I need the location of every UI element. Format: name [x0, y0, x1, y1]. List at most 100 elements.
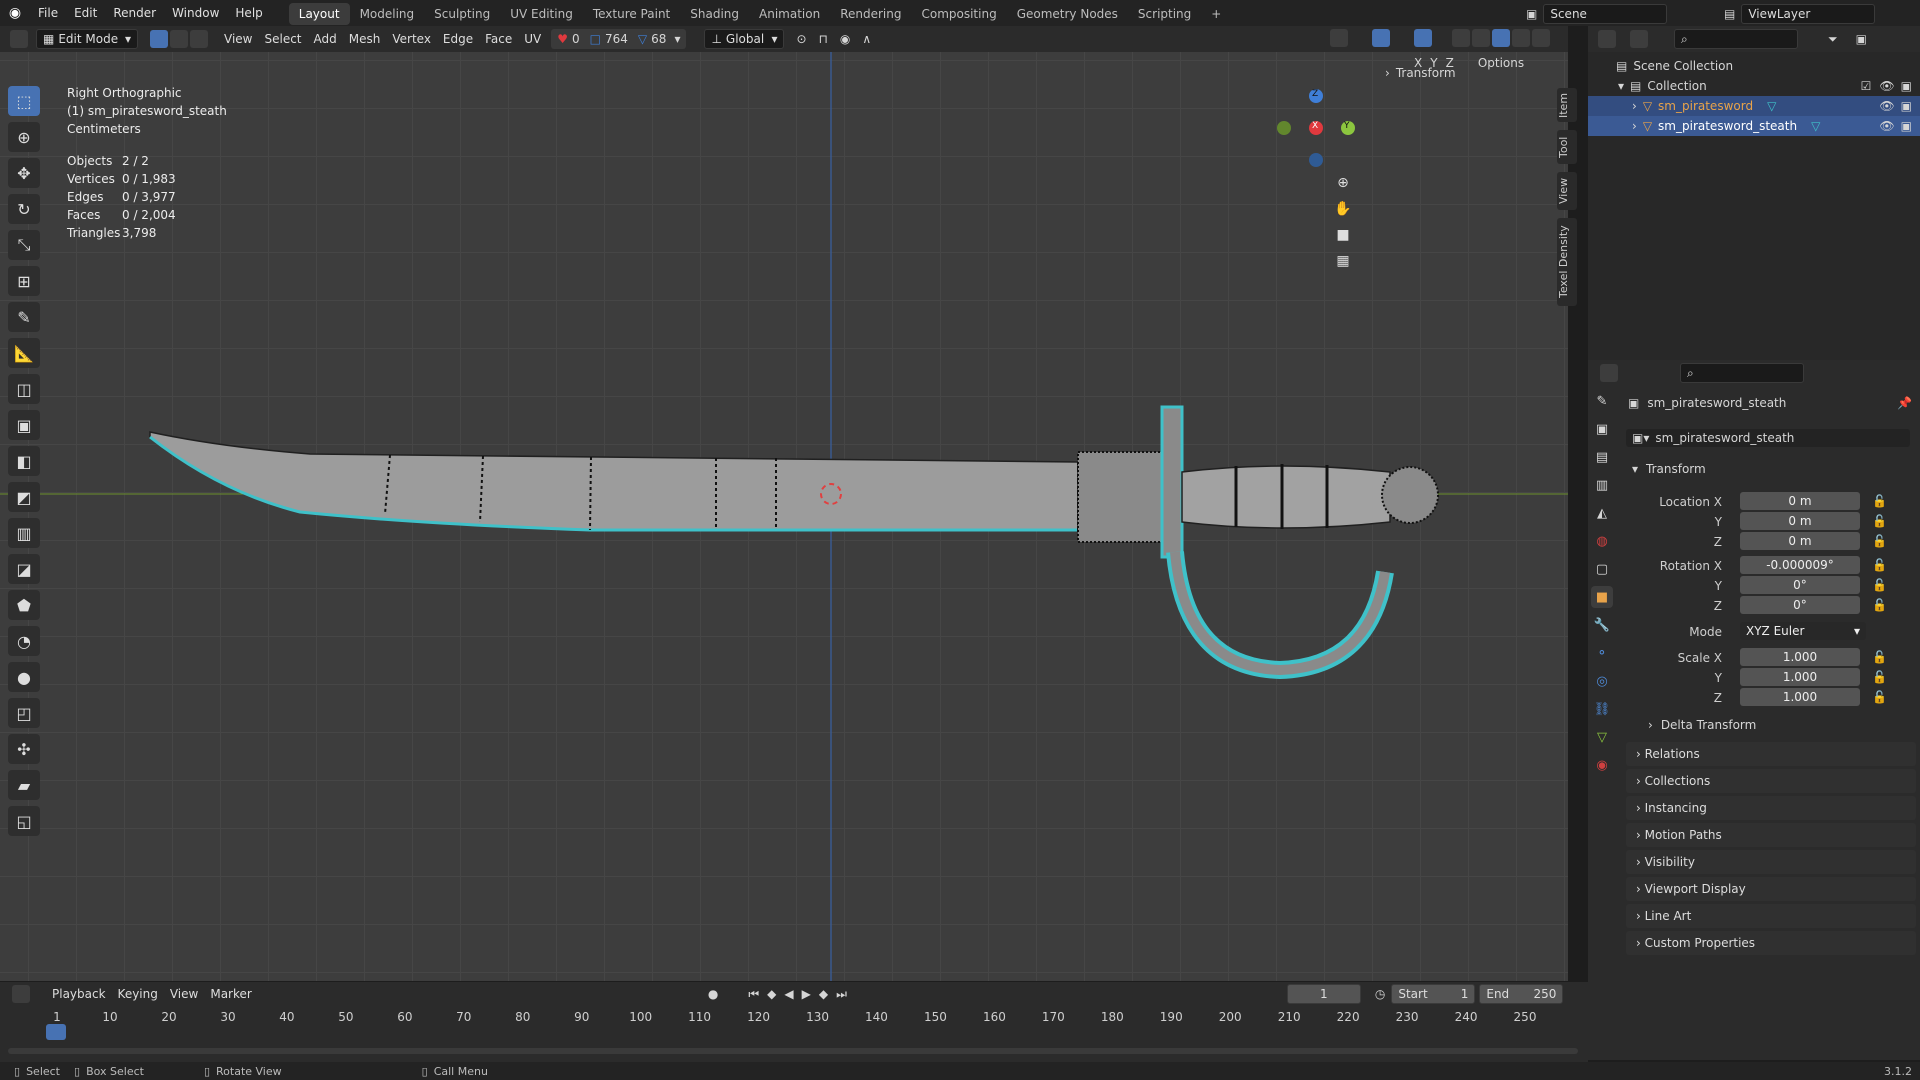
display-mode-icon[interactable]: [1630, 30, 1648, 48]
transform-section-header[interactable]: ▾ Transform: [1632, 462, 1706, 476]
timeline-scrollbar[interactable]: [8, 1048, 1578, 1054]
panel-line-art[interactable]: › Line Art: [1626, 904, 1916, 928]
checkbox-icon[interactable]: ☑: [1861, 79, 1872, 93]
constraints-tab-icon[interactable]: ⛓: [1591, 698, 1613, 720]
move-tool-icon[interactable]: ✥: [8, 158, 40, 188]
scene-name-field[interactable]: Scene: [1543, 4, 1668, 24]
object-tab-icon[interactable]: ■: [1591, 586, 1613, 608]
shear-tool-icon[interactable]: ▰: [8, 770, 40, 800]
lock-icon[interactable]: 🔓: [1872, 534, 1887, 548]
spin-tool-icon[interactable]: ◔: [8, 626, 40, 656]
camera-icon[interactable]: ▣: [1901, 99, 1912, 113]
add-workspace-icon[interactable]: +: [1201, 3, 1231, 25]
camera-icon[interactable]: ▣: [1901, 119, 1912, 133]
scene-collection-row[interactable]: ▤ Scene Collection: [1588, 56, 1920, 76]
visibility-icon[interactable]: [1330, 29, 1348, 47]
scene-icon[interactable]: ▣: [1526, 7, 1537, 21]
workspace-tab-sculpting[interactable]: Sculpting: [424, 3, 500, 25]
menu-edit[interactable]: Edit: [66, 0, 105, 26]
edge-slide-tool-icon[interactable]: ◰: [8, 698, 40, 728]
workspace-tab-scripting[interactable]: Scripting: [1128, 3, 1201, 25]
menu-mesh[interactable]: Mesh: [343, 29, 387, 49]
knife-tool-icon[interactable]: ◪: [8, 554, 40, 584]
scale-tool-icon[interactable]: ⤡: [8, 230, 40, 260]
mesh-stats-widget[interactable]: ♥ 0 □ 764 ▽ 68 ▾: [551, 29, 687, 49]
workspace-tab-geometry-nodes[interactable]: Geometry Nodes: [1007, 3, 1128, 25]
cursor-tool-icon[interactable]: ⊕: [8, 122, 40, 152]
menu-uv[interactable]: UV: [518, 29, 547, 49]
collection-row[interactable]: ▾ ▤ Collection ☑ 👁 ▣: [1588, 76, 1920, 96]
outliner-item-piratesword-steath[interactable]: › ▽ sm_piratesword_steath ▽ 👁 ▣: [1588, 116, 1920, 136]
workspace-tab-layout[interactable]: Layout: [288, 3, 350, 25]
annotate-tool-icon[interactable]: ✎: [8, 302, 40, 332]
physics-tab-icon[interactable]: ◎: [1591, 670, 1613, 692]
tool-tab-icon[interactable]: ✎: [1591, 390, 1613, 412]
mode-dropdown[interactable]: ▦ Edit Mode ▾: [36, 29, 138, 49]
particles-tab-icon[interactable]: ⚬: [1591, 642, 1613, 664]
eye-icon[interactable]: 👁: [1879, 79, 1894, 93]
falloff-icon[interactable]: ∧: [862, 32, 871, 46]
menu-view[interactable]: View: [218, 29, 258, 49]
rotation-mode-dropdown[interactable]: XYZ Euler ▾: [1740, 622, 1866, 640]
xray-toggle-icon[interactable]: [1452, 29, 1470, 47]
location-z-field[interactable]: 0 m: [1740, 532, 1860, 550]
panel-instancing[interactable]: › Instancing: [1626, 796, 1916, 820]
object-name-field[interactable]: ▣▾ sm_piratesword_steath: [1626, 429, 1910, 447]
view-layer-tab-icon[interactable]: ▥: [1591, 474, 1613, 496]
lock-icon[interactable]: 🔓: [1872, 650, 1887, 664]
rotation-z-field[interactable]: 0°: [1740, 596, 1860, 614]
poly-build-tool-icon[interactable]: ⬟: [8, 590, 40, 620]
panel-viewport-display[interactable]: › Viewport Display: [1626, 877, 1916, 901]
view-layer-field[interactable]: ViewLayer: [1741, 4, 1876, 24]
add-cube-tool-icon[interactable]: ◫: [8, 374, 40, 404]
camera-icon[interactable]: ■: [1330, 222, 1356, 248]
panel-motion-paths[interactable]: › Motion Paths: [1626, 823, 1916, 847]
delta-transform-header[interactable]: › Delta Transform: [1648, 718, 1756, 732]
shrink-fatten-tool-icon[interactable]: ✣: [8, 734, 40, 764]
properties-editor-icon[interactable]: [1600, 364, 1618, 382]
workspace-tab-uv-editing[interactable]: UV Editing: [500, 3, 583, 25]
blender-logo-icon[interactable]: ◉: [0, 5, 30, 21]
gizmo-neg-z-axis[interactable]: [1309, 153, 1323, 167]
lock-icon[interactable]: 🔓: [1872, 558, 1887, 572]
menu-file[interactable]: File: [30, 0, 66, 26]
properties-search-input[interactable]: ⌕: [1680, 363, 1804, 383]
panel-collections[interactable]: › Collections: [1626, 769, 1916, 793]
menu-vertex[interactable]: Vertex: [386, 29, 437, 49]
gizmo-toggle-icon[interactable]: [1372, 29, 1390, 47]
material-shading-icon[interactable]: [1512, 29, 1530, 47]
bevel-tool-icon[interactable]: ◩: [8, 482, 40, 512]
workspace-tab-compositing[interactable]: Compositing: [911, 3, 1006, 25]
menu-select[interactable]: Select: [258, 29, 307, 49]
rotate-tool-icon[interactable]: ↻: [8, 194, 40, 224]
axis-x-button[interactable]: X: [1414, 56, 1422, 70]
modifier-tab-icon[interactable]: 🔧: [1591, 614, 1613, 636]
output-tab-icon[interactable]: ▤: [1591, 446, 1613, 468]
axis-z-button[interactable]: Z: [1446, 56, 1454, 70]
lock-icon[interactable]: 🔓: [1872, 578, 1887, 592]
location-x-field[interactable]: 0 m: [1740, 492, 1860, 510]
scale-y-field[interactable]: 1.000: [1740, 668, 1860, 686]
view-layer-icon[interactable]: ▤: [1724, 7, 1735, 21]
workspace-tab-texture-paint[interactable]: Texture Paint: [583, 3, 680, 25]
3d-viewport[interactable]: Right Orthographic (1) sm_piratesword_st…: [0, 52, 1568, 981]
lock-icon[interactable]: 🔓: [1872, 690, 1887, 704]
grid-perspective-icon[interactable]: ▦: [1330, 248, 1356, 274]
panel-relations[interactable]: › Relations: [1626, 742, 1916, 766]
solid-shading-icon[interactable]: [1492, 29, 1510, 47]
data-tab-icon[interactable]: ▽: [1591, 726, 1613, 748]
snap-icon[interactable]: ⊓: [819, 32, 828, 46]
outliner-item-piratesword[interactable]: › ▽ sm_piratesword ▽ 👁 ▣: [1588, 96, 1920, 116]
options-dropdown[interactable]: Options: [1478, 56, 1524, 70]
gizmo-neg-y-axis[interactable]: [1277, 121, 1291, 135]
rendered-shading-icon[interactable]: [1532, 29, 1550, 47]
smooth-tool-icon[interactable]: ●: [8, 662, 40, 692]
transform-tool-icon[interactable]: ⊞: [8, 266, 40, 296]
vertex-select-mode-icon[interactable]: [150, 30, 168, 48]
workspace-tab-rendering[interactable]: Rendering: [830, 3, 911, 25]
wireframe-shading-icon[interactable]: [1472, 29, 1490, 47]
tab-texel-density[interactable]: Texel Density: [1557, 218, 1577, 306]
measure-tool-icon[interactable]: 📐: [8, 338, 40, 368]
tab-tool[interactable]: Tool: [1557, 130, 1577, 164]
pan-hand-icon[interactable]: ✋: [1330, 196, 1356, 222]
